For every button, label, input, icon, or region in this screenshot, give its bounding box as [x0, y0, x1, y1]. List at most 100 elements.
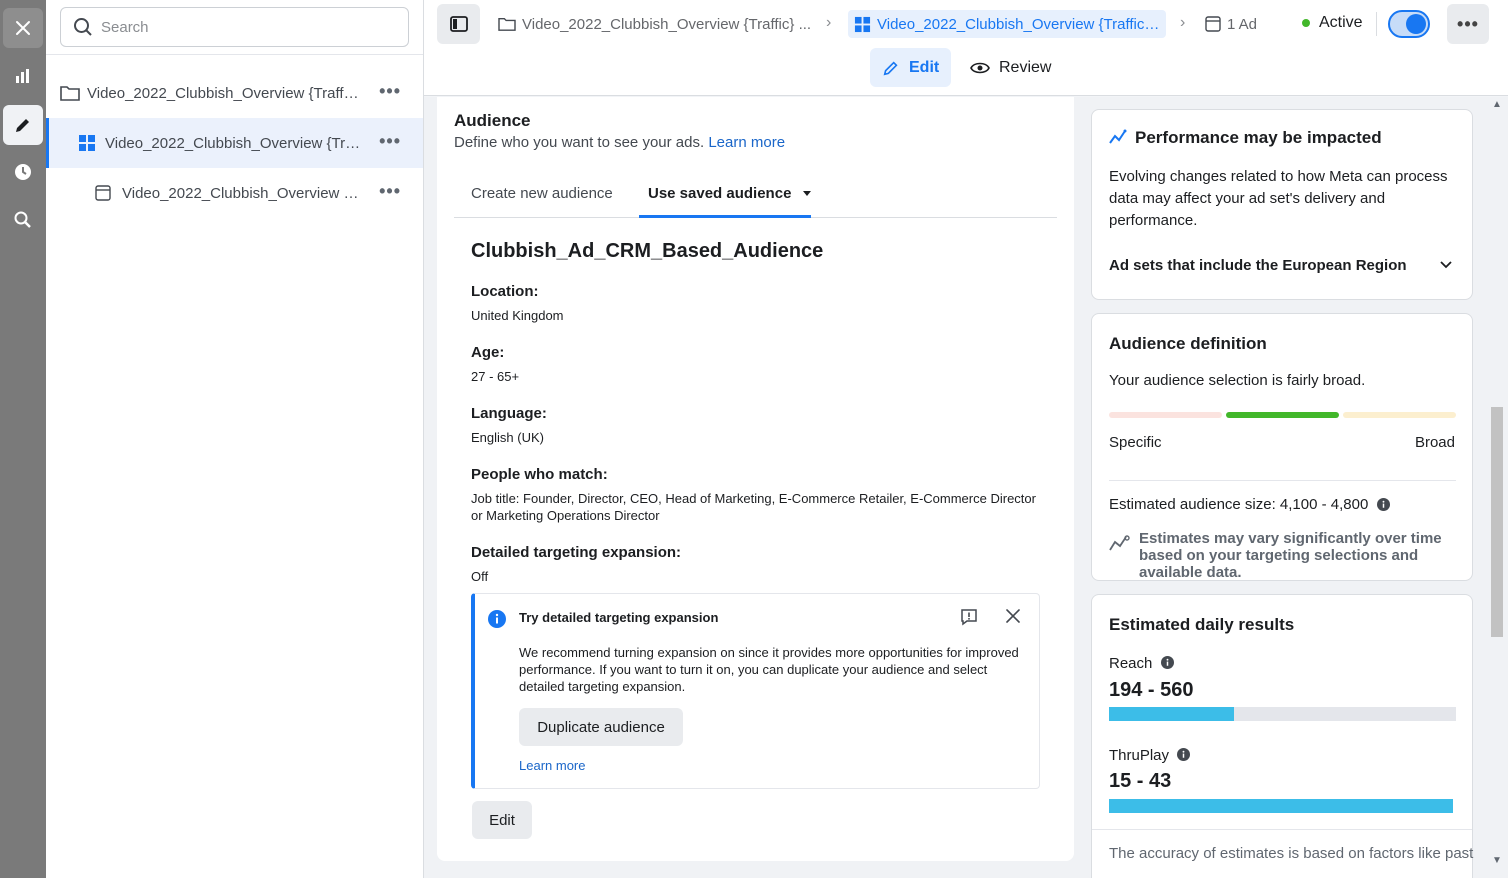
location-value: United Kingdom — [471, 308, 564, 323]
close-icon[interactable] — [1005, 608, 1021, 624]
duplicate-audience-button[interactable]: Duplicate audience — [519, 708, 683, 746]
feedback-icon[interactable] — [960, 608, 978, 626]
more-button[interactable]: ••• — [1447, 4, 1489, 44]
breadcrumb-ad-label: 1 Ad — [1227, 15, 1258, 33]
more-options-icon[interactable]: ••• — [379, 132, 401, 150]
expansion-label: Detailed targeting expansion: — [471, 544, 682, 561]
reach-value: 194 - 560 — [1109, 679, 1194, 701]
thruplay-label-row: ThruPlay — [1109, 745, 1191, 767]
ad-page-icon — [1205, 16, 1221, 32]
performance-title: Performance may be impacted — [1135, 128, 1382, 147]
reach-label: Reach — [1109, 655, 1153, 672]
top-bar: Video_2022_Clubbish_Overview {Traffic} .… — [424, 0, 1508, 96]
fluctuation-icon — [1109, 535, 1130, 551]
info-icon[interactable] — [1160, 656, 1174, 669]
audience-description: Define who you want to see your ads. Lea… — [454, 134, 785, 151]
age-label: Age: — [471, 344, 505, 361]
performance-body: Evolving changes related to how Meta can… — [1109, 168, 1448, 229]
saved-audience-name: Clubbish_Ad_CRM_Based_Audience — [471, 240, 824, 262]
tab-edit-label: Edit — [909, 58, 940, 76]
reporting-button[interactable] — [3, 56, 43, 96]
scroll-down-icon[interactable]: ▼ — [1492, 855, 1502, 866]
audience-description-text: Define who you want to see your ads. — [454, 134, 705, 151]
pencil-icon — [16, 119, 29, 132]
estimate-accuracy-text: The accuracy of estimates is based on fa… — [1109, 845, 1474, 862]
location-label: Location: — [471, 283, 539, 300]
tab-edit[interactable]: Edit — [870, 48, 952, 87]
status-badge: Active — [1302, 14, 1363, 32]
audience-tabs: Create new audience Use saved audience — [454, 175, 1057, 218]
language-label: Language: — [471, 405, 547, 422]
folder-icon — [498, 17, 516, 31]
history-button[interactable] — [3, 152, 43, 192]
breadcrumb-campaign[interactable]: Video_2022_Clubbish_Overview {Traffic} .… — [498, 10, 818, 38]
meter-selected-segment — [1226, 412, 1339, 418]
scrollbar-thumb[interactable] — [1491, 407, 1503, 637]
thruplay-bar-fill — [1109, 799, 1453, 813]
notice-body: We recommend turning expansion on since … — [519, 645, 1019, 694]
divider — [1376, 12, 1377, 36]
tree-item-adset[interactable]: Video_2022_Clubbish_Overview {Tra... ••• — [46, 118, 423, 168]
reach-bar — [1109, 707, 1456, 721]
meter-broad-segment — [1343, 412, 1456, 418]
edit-audience-button[interactable]: Edit — [472, 801, 532, 839]
search-icon — [74, 18, 92, 36]
chevron-down-icon[interactable] — [1440, 261, 1452, 269]
people-label: People who match: — [471, 466, 608, 483]
tree-item-label: Video_2022_Clubbish_Overview {Tra... — [105, 135, 363, 152]
ad-set-grid-icon — [854, 16, 871, 32]
notice-learn-more-link[interactable]: Learn more — [519, 758, 585, 773]
folder-icon — [60, 86, 80, 101]
definition-summary: Your audience selection is fairly broad. — [1109, 372, 1366, 389]
active-toggle[interactable] — [1388, 10, 1430, 38]
language-value: English (UK) — [471, 430, 544, 445]
close-button[interactable] — [3, 8, 43, 48]
thruplay-label: ThruPlay — [1109, 747, 1170, 764]
thruplay-value: 15 - 43 — [1109, 770, 1172, 792]
chevron-right-icon: › — [826, 14, 832, 31]
info-icon[interactable] — [1177, 748, 1191, 761]
meter-specific-segment — [1109, 412, 1222, 418]
daily-results-card: Estimated daily results Reach 194 - 560 … — [1091, 594, 1473, 878]
search-box[interactable] — [60, 7, 409, 47]
tree-item-campaign[interactable]: Video_2022_Clubbish_Overview {Traffi... … — [46, 68, 423, 118]
audience-size-text: Estimated audience size: 4,100 - 4,800 — [1109, 496, 1369, 513]
toggle-knob — [1406, 14, 1426, 34]
meter-specific-label: Specific — [1109, 434, 1162, 451]
more-options-icon[interactable]: ••• — [379, 182, 401, 200]
clock-icon — [15, 164, 31, 180]
reach-label-row: Reach — [1109, 653, 1174, 675]
daily-results-title: Estimated daily results — [1109, 615, 1295, 634]
info-icon — [488, 610, 506, 628]
definition-title: Audience definition — [1109, 334, 1267, 353]
tab-saved-audience[interactable]: Use saved audience — [648, 185, 812, 202]
tree-divider — [46, 54, 423, 55]
tree-item-ad[interactable]: Video_2022_Clubbish_Overview {... ••• — [46, 168, 423, 218]
scroll-up-icon[interactable]: ▲ — [1492, 99, 1502, 110]
toggle-panel-button[interactable] — [437, 4, 480, 44]
magnifier-chart-icon — [14, 211, 31, 228]
search-input[interactable] — [101, 18, 391, 36]
people-value: Job title: Founder, Director, CEO, Head … — [471, 491, 1036, 523]
targeting-expansion-notice: Try detailed targeting expansion We reco… — [471, 593, 1040, 789]
learn-more-link[interactable]: Learn more — [708, 134, 785, 151]
notice-title: Try detailed targeting expansion — [519, 610, 719, 625]
tab-create-audience[interactable]: Create new audience — [471, 185, 613, 202]
tree-item-label: Video_2022_Clubbish_Overview {Traffi... — [87, 85, 359, 102]
active-dot-icon — [1302, 19, 1310, 27]
divider — [1109, 480, 1456, 481]
audience-definition-card: Audience definition Your audience select… — [1091, 313, 1473, 581]
breadcrumb-adset[interactable]: Video_2022_Clubbish_Overview {Traffic} .… — [848, 10, 1166, 38]
inspect-button[interactable] — [3, 200, 43, 240]
more-options-icon[interactable]: ••• — [379, 82, 401, 100]
tab-saved-audience-label: Use saved audience — [648, 185, 792, 202]
bar-chart-icon — [16, 69, 29, 83]
info-icon[interactable] — [1376, 498, 1390, 511]
breadcrumb-campaign-label: Video_2022_Clubbish_Overview {Traffic} .… — [522, 15, 812, 33]
scrollbar[interactable]: ▲ ▼ — [1488, 97, 1504, 878]
breadcrumb-ad[interactable]: 1 Ad — [1205, 10, 1257, 38]
edit-mode-button[interactable] — [3, 105, 43, 145]
tab-review[interactable]: Review — [958, 48, 1063, 87]
european-region-expander[interactable]: Ad sets that include the European Region — [1109, 255, 1407, 277]
reach-bar-fill — [1109, 707, 1234, 721]
